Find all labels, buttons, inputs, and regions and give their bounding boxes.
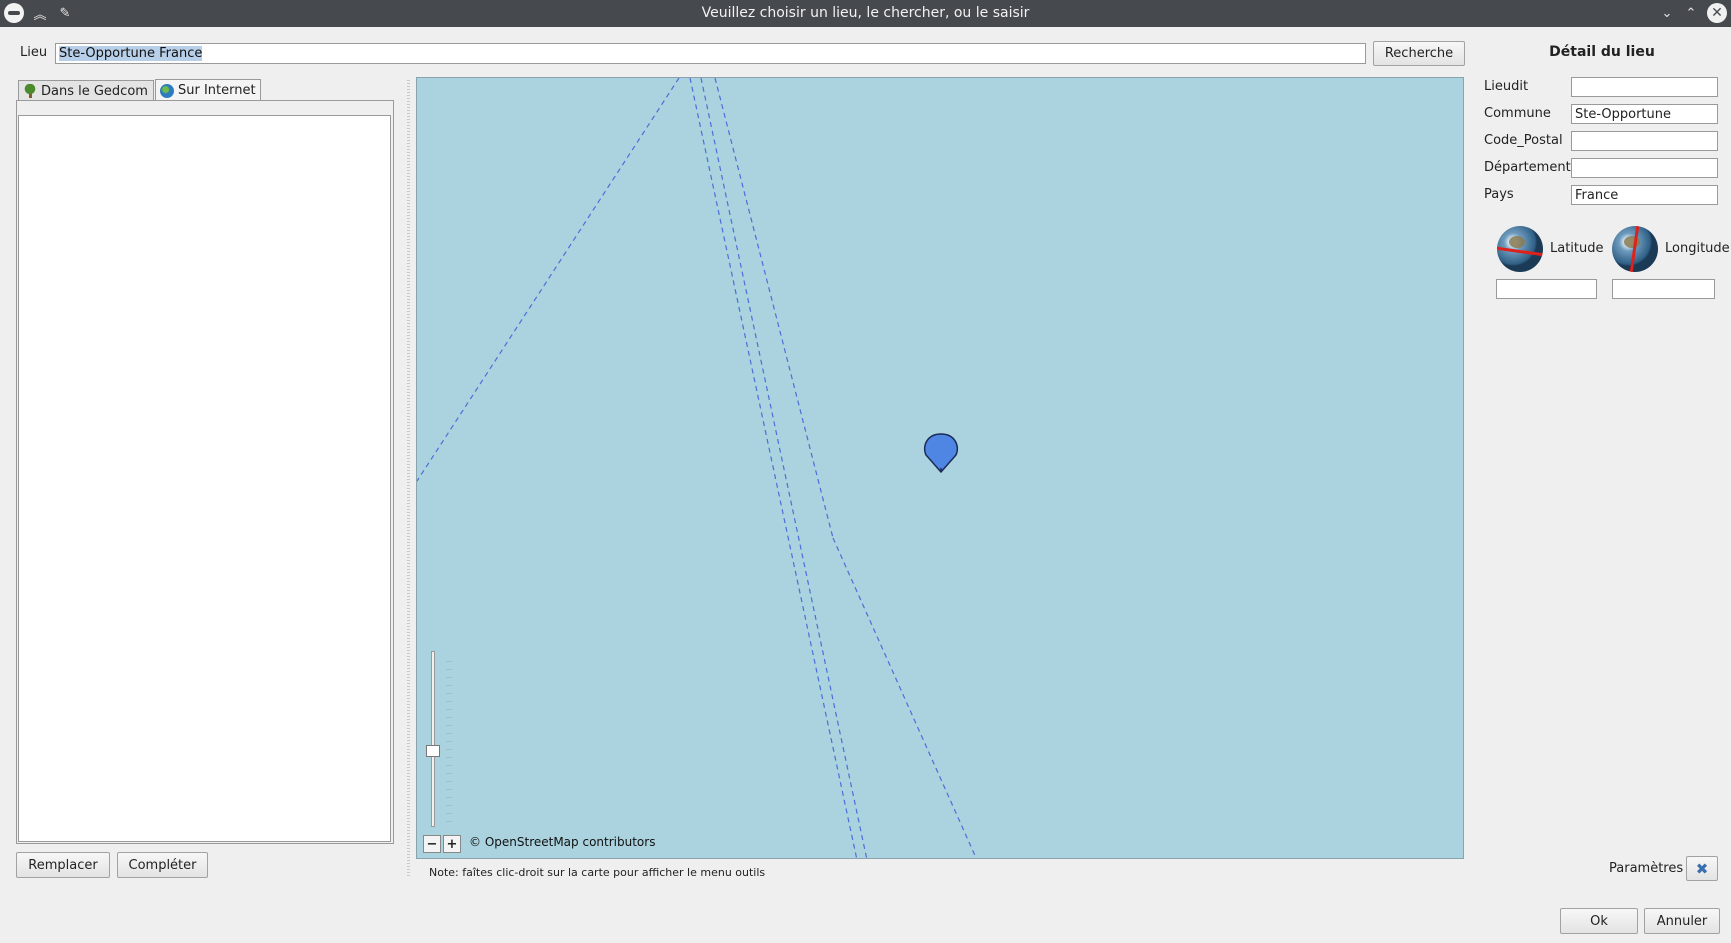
field-label-code-postal: Code_Postal — [1484, 133, 1563, 148]
departement-field[interactable] — [1571, 158, 1718, 178]
latitude-globe-icon[interactable] — [1497, 226, 1543, 272]
place-label: Lieu — [20, 45, 48, 60]
tab-internet-label: Sur Internet — [178, 83, 256, 98]
zoom-in-button[interactable]: + — [443, 835, 461, 853]
search-button[interactable]: Recherche — [1373, 41, 1465, 66]
boundary-line — [700, 78, 868, 858]
map-boundaries — [417, 78, 977, 858]
place-search-value: Ste-Opportune France — [59, 46, 203, 61]
map-note: Note: faîtes clic-droit sur la carte pou… — [429, 866, 766, 879]
code-postal-field[interactable] — [1571, 131, 1718, 151]
place-search-input[interactable]: Ste-Opportune France — [55, 43, 1366, 64]
window-title: Veuillez choisir un lieu, le chercher, o… — [701, 5, 1030, 21]
commune-field[interactable]: Ste-Opportune — [1571, 104, 1718, 124]
field-label-commune: Commune — [1484, 106, 1551, 121]
pays-field[interactable]: France — [1571, 185, 1718, 205]
boundary-line — [417, 78, 680, 482]
params-button[interactable]: ✖ — [1686, 856, 1718, 881]
params-label: Paramètres — [1609, 861, 1684, 876]
minimize-icon[interactable]: ⌄ — [1657, 3, 1677, 23]
tools-icon: ✖ — [1695, 859, 1709, 878]
field-label-lieudit: Lieudit — [1484, 79, 1529, 94]
zoom-out-button[interactable]: − — [423, 835, 441, 853]
detail-title: Détail du lieu — [1549, 44, 1655, 60]
globe-icon — [160, 83, 174, 98]
field-label-departement: Département — [1484, 160, 1571, 175]
longitude-label: Longitude — [1665, 241, 1730, 256]
boundary-line — [689, 78, 858, 858]
map-view[interactable]: − + © OpenStreetMap contributors — [416, 77, 1464, 859]
latitude-label: Latitude — [1550, 241, 1604, 256]
longitude-field[interactable] — [1612, 279, 1715, 299]
close-icon[interactable]: ✕ — [1707, 3, 1727, 23]
boundary-line — [832, 537, 977, 858]
splitter-handle[interactable] — [407, 78, 410, 878]
cancel-button[interactable]: Annuler — [1644, 908, 1720, 934]
zoom-slider[interactable] — [431, 651, 435, 827]
results-list[interactable] — [18, 115, 391, 842]
location-marker-icon[interactable] — [923, 433, 959, 474]
tab-gedcom-label: Dans le Gedcom — [41, 83, 148, 99]
zoom-ticks — [446, 654, 452, 824]
maximize-icon[interactable]: ⌃ — [1681, 3, 1701, 23]
tab-internet[interactable]: Sur Internet — [155, 79, 261, 101]
field-label-pays: Pays — [1484, 187, 1514, 202]
map-attribution: © OpenStreetMap contributors — [469, 835, 656, 849]
longitude-globe-icon[interactable] — [1612, 226, 1658, 272]
tab-gedcom[interactable]: Dans le Gedcom — [18, 80, 154, 101]
tree-icon — [23, 84, 37, 98]
title-bar: ︽ ✎ Veuillez choisir un lieu, le cherche… — [0, 0, 1731, 27]
latitude-field[interactable] — [1496, 279, 1597, 299]
ok-button[interactable]: Ok — [1560, 908, 1638, 934]
replace-button[interactable]: Remplacer — [16, 852, 110, 878]
lieudit-field[interactable] — [1571, 77, 1718, 97]
zoom-slider-thumb[interactable] — [426, 745, 440, 757]
complete-button[interactable]: Compléter — [117, 852, 208, 878]
place-chooser-dialog: ︽ ✎ Veuillez choisir un lieu, le cherche… — [0, 0, 1731, 943]
